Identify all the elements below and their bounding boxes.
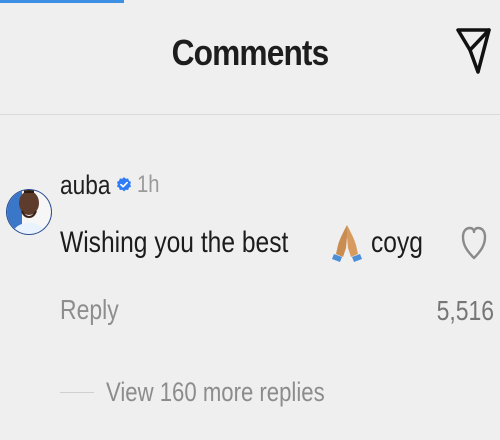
verified-badge-icon	[117, 177, 132, 192]
comment-header: auba 1h	[60, 168, 164, 202]
avatar[interactable]	[6, 164, 52, 260]
view-replies-link[interactable]: View 160 more replies	[106, 377, 325, 408]
reply-button[interactable]: Reply	[60, 294, 119, 326]
replies-divider-line	[60, 391, 94, 393]
comment-item: auba 1h Wishing you the best coyg Reply …	[0, 150, 500, 410]
heart-icon[interactable]	[460, 222, 488, 262]
comments-header: Comments	[0, 0, 500, 110]
send-icon[interactable]	[454, 24, 494, 80]
username[interactable]: auba	[60, 170, 110, 201]
comment-body: Wishing you the best coyg	[60, 222, 435, 264]
comment-time: 1h	[137, 171, 160, 198]
comment-text-before-emoji: Wishing you the best	[60, 226, 289, 259]
folded-hands-icon	[332, 225, 363, 262]
comment-text-after-emoji: coyg	[371, 226, 424, 259]
header-divider	[0, 114, 500, 115]
like-count: 5,516	[436, 295, 494, 326]
view-replies-row[interactable]: View 160 more replies	[60, 372, 373, 412]
page-title: Comments	[171, 32, 330, 73]
